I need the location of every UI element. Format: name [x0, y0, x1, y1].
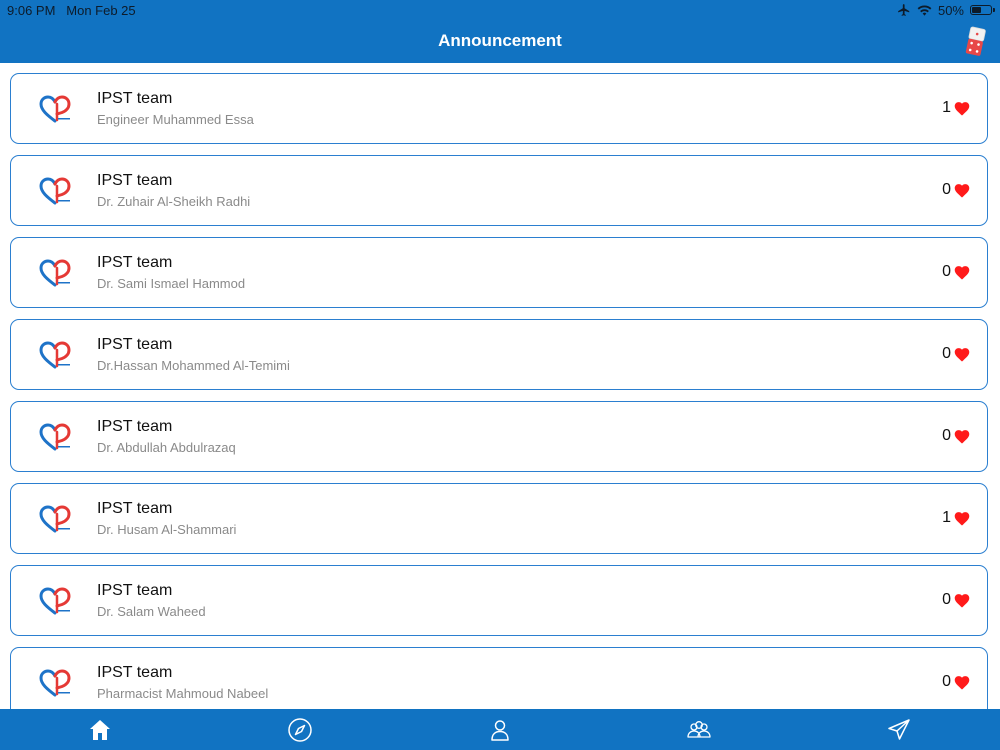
battery-percent: 50% [937, 2, 964, 18]
airplane-icon [898, 4, 910, 16]
announcement-list[interactable]: IPST team Engineer Muhammed Essa 1 IPST tea… [0, 63, 1000, 709]
like-count: 0 [942, 345, 951, 362]
dice-icon[interactable] [964, 26, 988, 58]
like-control[interactable]: 0 [942, 263, 971, 281]
status-indicators: 50% [897, 2, 995, 18]
like-control[interactable]: 0 [942, 181, 971, 199]
status-date: Mon Feb 25 [66, 3, 136, 18]
tab-bar [0, 709, 1000, 750]
announcement-card[interactable]: IPST team Dr.Hassan Mohammed Al-Temimi 0 [10, 319, 988, 390]
ipst-logo-icon [39, 587, 71, 615]
ipst-logo-icon [39, 177, 71, 205]
tab-home[interactable] [87, 717, 113, 743]
card-author: Engineer Muhammed Essa [97, 112, 254, 127]
like-count: 0 [942, 263, 951, 280]
group-icon [687, 721, 711, 738]
card-title: IPST team [97, 582, 173, 599]
card-author: Dr. Husam Al-Shammari [97, 522, 237, 537]
like-count: 1 [942, 99, 951, 116]
card-title: IPST team [97, 336, 173, 353]
heart-icon[interactable] [953, 428, 971, 444]
ipst-logo-icon [39, 341, 71, 369]
like-control[interactable]: 0 [942, 427, 971, 445]
ipst-logo-icon [39, 259, 71, 287]
like-control[interactable]: 1 [942, 509, 971, 527]
announcement-card[interactable]: IPST team Dr. Salam Waheed 0 [10, 565, 988, 636]
card-author: Dr. Sami Ismael Hammod [97, 276, 246, 291]
tab-send[interactable] [886, 717, 912, 743]
like-control[interactable]: 0 [942, 673, 971, 691]
heart-icon[interactable] [953, 674, 971, 690]
tab-group[interactable] [686, 717, 712, 743]
announcement-card[interactable]: IPST team Pharmacist Mahmoud Nabeel 0 [10, 647, 988, 709]
card-title: IPST team [97, 172, 173, 189]
ipst-logo-icon [39, 423, 71, 451]
ipst-logo-icon [39, 669, 71, 697]
heart-icon[interactable] [953, 264, 971, 280]
like-control[interactable]: 0 [942, 345, 971, 363]
heart-icon[interactable] [953, 100, 971, 116]
card-title: IPST team [97, 418, 173, 435]
navigation-bar: 9:06 PM Mon Feb 25 50% Announcement [0, 0, 1000, 63]
like-control[interactable]: 1 [942, 99, 971, 117]
status-time: 9:06 PM Mon Feb 25 [7, 3, 136, 18]
announcement-card[interactable]: IPST team Engineer Muhammed Essa 1 [10, 73, 988, 144]
person-icon [491, 720, 509, 741]
announcement-card[interactable]: IPST team Dr. Sami Ismael Hammod 0 [10, 237, 988, 308]
page-title: Announcement [438, 31, 562, 50]
wifi-icon [917, 5, 932, 16]
card-author: Dr.Hassan Mohammed Al-Temimi [97, 358, 290, 373]
card-author: Dr. Zuhair Al-Sheikh Radhi [97, 194, 251, 209]
compass-icon [288, 718, 312, 742]
like-count: 0 [942, 427, 951, 444]
like-count: 0 [942, 181, 951, 198]
card-title: IPST team [97, 664, 173, 681]
heart-icon[interactable] [953, 346, 971, 362]
send-icon [888, 719, 910, 740]
card-title: IPST team [97, 90, 173, 107]
ipst-logo-icon [39, 505, 71, 533]
heart-icon[interactable] [953, 592, 971, 608]
card-title: IPST team [97, 254, 173, 271]
home-icon [90, 720, 110, 740]
card-author: Dr. Abdullah Abdulrazaq [97, 440, 236, 455]
announcement-card[interactable]: IPST team Dr. Husam Al-Shammari 1 [10, 483, 988, 554]
announcement-card[interactable]: IPST team Dr. Abdullah Abdulrazaq 0 [10, 401, 988, 472]
announcement-card[interactable]: IPST team Dr. Zuhair Al-Sheikh Radhi 0 [10, 155, 988, 226]
heart-icon[interactable] [953, 510, 971, 526]
card-title: IPST team [97, 500, 173, 517]
ipst-logo-icon [39, 95, 71, 123]
like-count: 1 [942, 509, 951, 526]
like-control[interactable]: 0 [942, 591, 971, 609]
heart-icon[interactable] [953, 182, 971, 198]
tab-person[interactable] [487, 717, 513, 743]
like-count: 0 [942, 591, 951, 608]
battery-icon [970, 5, 995, 15]
card-author: Pharmacist Mahmoud Nabeel [97, 686, 269, 701]
tab-compass[interactable] [287, 717, 313, 743]
like-count: 0 [942, 673, 951, 690]
card-author: Dr. Salam Waheed [97, 604, 206, 619]
